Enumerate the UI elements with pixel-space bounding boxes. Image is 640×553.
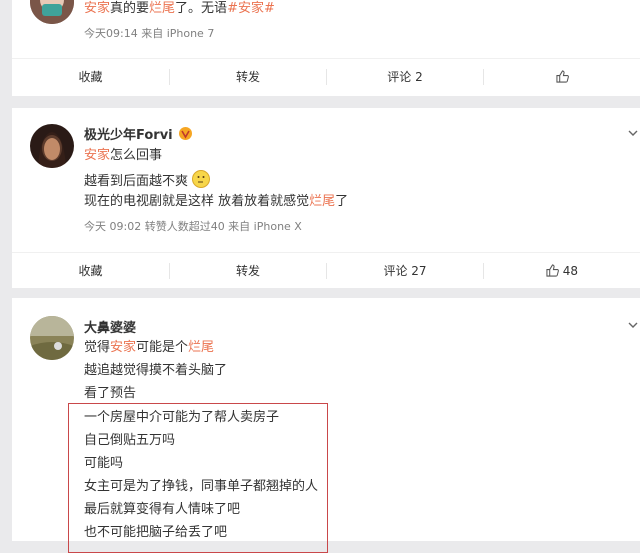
post-text-line: 越看到后面越不爽 bbox=[84, 170, 211, 191]
topic-link[interactable]: 安家 bbox=[110, 340, 136, 355]
comment-button[interactable]: 评论 2 bbox=[327, 59, 483, 95]
boxed-text-line: 也不可能把脑子给丢了吧 bbox=[84, 525, 228, 540]
post-card-2: 极光少年Forvi 安家怎么回事 越看到后面越不爽 现在的电视剧就是这样 放着放… bbox=[12, 108, 640, 288]
action-bar: 收藏 转发 评论 2 bbox=[12, 58, 640, 95]
action-bar: 收藏 转发 评论 27 48 bbox=[12, 252, 640, 289]
chevron-down-icon[interactable] bbox=[628, 128, 638, 138]
boxed-text-line: 可能吗 bbox=[84, 456, 124, 471]
repost-button[interactable]: 转发 bbox=[170, 59, 326, 95]
thumbs-up-icon bbox=[555, 70, 569, 83]
post-text: 安家真的要烂尾了。无语#安家# bbox=[84, 1, 275, 16]
boxed-text-line: 一个房屋中介可能为了帮人卖房子 bbox=[84, 410, 280, 425]
boxed-text-line: 自己倒贴五万吗 bbox=[84, 433, 176, 448]
post-card-1: 安家真的要烂尾了。无语#安家# 今天09:14 来自 iPhone 7 收藏 转… bbox=[12, 0, 640, 96]
verified-badge-icon bbox=[179, 127, 193, 140]
post-text-line: 看了预告 bbox=[84, 386, 137, 401]
user-avatar[interactable] bbox=[30, 124, 74, 168]
username[interactable]: 大鼻婆婆 bbox=[84, 317, 136, 336]
annotation-box: 一个房屋中介可能为了帮人卖房子 自己倒贴五万吗 可能吗 女主可是为了挣钱，同事单… bbox=[68, 403, 328, 553]
post-text-line: 现在的电视剧就是这样 放着放着就感觉烂尾了 bbox=[84, 194, 349, 209]
post-text-line: 安家怎么回事 bbox=[84, 148, 163, 163]
thinking-emoji-icon bbox=[192, 170, 211, 188]
boxed-text-line: 最后就算变得有人情味了吧 bbox=[84, 502, 241, 517]
keyword-highlight: 烂尾 bbox=[149, 1, 176, 16]
chevron-down-icon[interactable] bbox=[628, 320, 638, 330]
repost-button[interactable]: 转发 bbox=[170, 253, 326, 289]
favorite-button[interactable]: 收藏 bbox=[12, 253, 169, 289]
post-meta: 今天09:14 来自 iPhone 7 bbox=[84, 27, 215, 40]
post-meta: 今天 09:02 转赞人数超过40 来自 iPhone X bbox=[84, 220, 302, 233]
like-button[interactable] bbox=[484, 59, 640, 95]
keyword-highlight: 烂尾 bbox=[309, 194, 336, 209]
like-button[interactable]: 48 bbox=[484, 253, 640, 289]
post-text-line: 越追越觉得摸不着头脑了 bbox=[84, 363, 228, 378]
favorite-button[interactable]: 收藏 bbox=[12, 59, 169, 95]
topic-link[interactable]: 安家 bbox=[84, 1, 110, 16]
user-avatar[interactable] bbox=[30, 0, 74, 24]
thumbs-up-icon bbox=[546, 264, 559, 277]
username[interactable]: 极光少年Forvi bbox=[84, 124, 193, 143]
user-avatar[interactable] bbox=[30, 316, 74, 360]
post-text-line: 觉得安家可能是个烂尾 bbox=[84, 340, 215, 355]
keyword-highlight: 烂尾 bbox=[188, 340, 215, 355]
comment-button[interactable]: 评论 27 bbox=[327, 253, 483, 289]
boxed-text-line: 女主可是为了挣钱，同事单子都翘掉的人 bbox=[84, 479, 319, 494]
post-card-3: 大鼻婆婆 觉得安家可能是个烂尾 越追越觉得摸不着头脑了 看了预告 一个房屋中介可… bbox=[12, 298, 640, 553]
hashtag-link[interactable]: #安家# bbox=[227, 1, 275, 16]
like-count: 48 bbox=[562, 264, 579, 278]
topic-link[interactable]: 安家 bbox=[84, 148, 110, 163]
